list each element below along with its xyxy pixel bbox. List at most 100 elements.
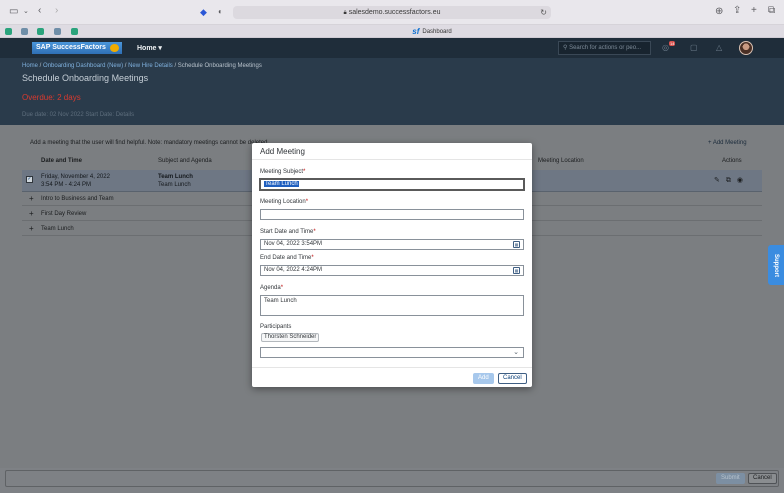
- browser-toolbar: ▭ ⌄ ‹ › ◆ ◐ 🔒︎ salesdemo.successfactors.e…: [0, 0, 784, 25]
- subject-label-text: Meeting Subject: [260, 169, 304, 175]
- participants-combobox[interactable]: ⌄: [260, 347, 524, 358]
- required-mark: *: [303, 169, 306, 175]
- add-meeting-label: Add Meeting: [712, 140, 747, 146]
- row-actions: ✎⧉◉: [714, 176, 749, 185]
- chevron-left-icon[interactable]: ‹: [38, 6, 41, 16]
- search-input[interactable]: ⚲ Search for actions or peo...: [558, 41, 651, 55]
- row-date-line2: 3:54 PM - 4:24 PM: [41, 182, 92, 188]
- required-mark: *: [305, 199, 309, 205]
- reload-icon[interactable]: ↻: [540, 6, 547, 19]
- add-button[interactable]: Add: [473, 373, 494, 384]
- hint-text: Add a meeting that the user will find he…: [30, 140, 270, 146]
- download-icon[interactable]: ⊕: [715, 7, 723, 17]
- end-label-text: End Date and Time: [260, 255, 312, 261]
- pinned-tab-2[interactable]: [18, 26, 31, 36]
- tab-overview-icon[interactable]: ⧉: [768, 6, 775, 16]
- footer-bar: [5, 470, 779, 487]
- row-checkbox[interactable]: ✓: [26, 176, 33, 183]
- meeting-location-input[interactable]: [260, 209, 524, 220]
- submit-button[interactable]: Submit: [716, 473, 745, 484]
- copy-icon[interactable]: ⧉: [726, 177, 737, 184]
- meeting-subject-input[interactable]: Team Lunch: [259, 178, 525, 191]
- start-label: Start Date and Time*: [260, 229, 316, 235]
- participants-label: Participants: [260, 324, 292, 330]
- active-tab[interactable]: sf Dashboard: [400, 25, 464, 38]
- add-meeting-button[interactable]: + Add Meeting: [708, 140, 747, 146]
- search-placeholder: Search for actions or peo...: [569, 45, 642, 51]
- avatar[interactable]: [739, 41, 753, 55]
- breadcrumb-current: Schedule Onboarding Meetings: [177, 63, 262, 69]
- overdue-status: Overdue: 2 days: [22, 93, 81, 102]
- sf-logo: sf: [412, 27, 420, 36]
- calendar-icon[interactable]: ▦: [513, 267, 520, 274]
- shield-icon[interactable]: ◆: [200, 7, 207, 17]
- expand-icon[interactable]: +: [29, 210, 34, 218]
- due-date-line: Due date: 02 Nov 2022 Start Date: Detail…: [22, 112, 135, 118]
- col-location: Meeting Location: [538, 158, 584, 164]
- dialog-footer: Add Cancel: [252, 367, 532, 387]
- row-date-line1: Friday, November 4, 2022: [41, 174, 110, 180]
- chevron-right-icon[interactable]: ›: [55, 6, 58, 16]
- meeting-label: First Day Review: [41, 211, 87, 217]
- pinned-tab-4[interactable]: [51, 26, 64, 36]
- meeting-label: Intro to Business and Team: [41, 196, 114, 202]
- page-title: Schedule Onboarding Meetings: [22, 73, 149, 83]
- notification-badge: 14: [669, 41, 676, 46]
- tab-label: Dashboard: [422, 28, 452, 35]
- pinned-tab-1[interactable]: [2, 26, 15, 36]
- breadcrumb: Home / Onboarding Dashboard (New) / New …: [22, 63, 262, 69]
- page-footer: Submit Cancel: [0, 468, 784, 493]
- end-value: Nov 04, 2022 4:24PM: [264, 267, 323, 273]
- row-subject: Team Lunch Team Lunch: [158, 173, 193, 189]
- start-value: Nov 04, 2022 3:54PM: [264, 241, 323, 247]
- expand-icon[interactable]: +: [29, 195, 34, 203]
- start-datetime-input[interactable]: Nov 04, 2022 3:54PM ▦: [260, 239, 524, 250]
- meeting-label: Team Lunch: [41, 226, 74, 232]
- sap-logo[interactable]: SAP SuccessFactors: [32, 42, 122, 54]
- footer-cancel-button[interactable]: Cancel: [748, 473, 777, 484]
- location-label-text: Meeting Location: [260, 199, 306, 205]
- chevron-down-icon[interactable]: ⌄: [513, 348, 519, 356]
- row-subject-title: Team Lunch: [158, 174, 193, 180]
- pinned-tab-3[interactable]: [34, 26, 47, 36]
- pencil-icon[interactable]: ✎: [714, 177, 726, 184]
- pinned-tab-5[interactable]: [68, 26, 81, 36]
- chevron-down-icon[interactable]: ⌄: [23, 7, 29, 17]
- share-icon[interactable]: ⇪: [733, 6, 741, 16]
- address-bar[interactable]: 🔒︎ salesdemo.successfactors.eu ↻: [233, 6, 551, 19]
- required-mark: *: [313, 229, 316, 235]
- location-label: Meeting Location*: [260, 199, 308, 205]
- breadcrumb-hire[interactable]: New Hire Details: [128, 63, 173, 69]
- agenda-textarea[interactable]: Team Lunch: [260, 295, 524, 316]
- start-label-text: Start Date and Time: [260, 229, 314, 235]
- expand-icon[interactable]: +: [29, 225, 34, 233]
- lock-icon: 🔒︎: [343, 10, 347, 16]
- notifications-icon[interactable]: ◎: [662, 43, 669, 52]
- bell-icon[interactable]: △: [716, 43, 722, 52]
- col-actions: Actions: [722, 158, 742, 164]
- sidebar-toggle-icon[interactable]: ▭: [9, 7, 18, 17]
- end-datetime-input[interactable]: Nov 04, 2022 4:24PM ▦: [260, 265, 524, 276]
- eye-icon[interactable]: ◉: [737, 177, 749, 184]
- col-subject: Subject and Agenda: [158, 158, 212, 164]
- breadcrumb-onboarding[interactable]: Onboarding Dashboard (New): [43, 63, 123, 69]
- agenda-label-text: Agenda: [260, 285, 281, 291]
- tab-strip: sf Dashboard: [0, 25, 784, 38]
- participant-token[interactable]: Thorsten Schneider: [261, 333, 320, 342]
- col-date: Date and Time: [41, 158, 82, 164]
- dialog-title: Add Meeting: [252, 143, 532, 160]
- row-date: Friday, November 4, 2022 3:54 PM - 4:24 …: [41, 173, 110, 189]
- plus-icon[interactable]: +: [751, 6, 757, 16]
- support-tab[interactable]: Support: [768, 245, 784, 285]
- breadcrumb-home[interactable]: Home: [22, 63, 38, 69]
- subject-value: Team Lunch: [264, 181, 299, 187]
- url-text: salesdemo.successfactors.eu: [348, 9, 441, 16]
- agenda-label: Agenda*: [260, 285, 283, 291]
- row-subject-agenda: Team Lunch: [158, 182, 191, 188]
- chat-icon[interactable]: ▢: [690, 43, 698, 52]
- privacy-icon[interactable]: ◐: [218, 7, 223, 17]
- home-menu[interactable]: Home ▾: [137, 44, 162, 52]
- cancel-button[interactable]: Cancel: [498, 373, 527, 384]
- required-mark: *: [311, 255, 314, 261]
- calendar-icon[interactable]: ▦: [513, 241, 520, 248]
